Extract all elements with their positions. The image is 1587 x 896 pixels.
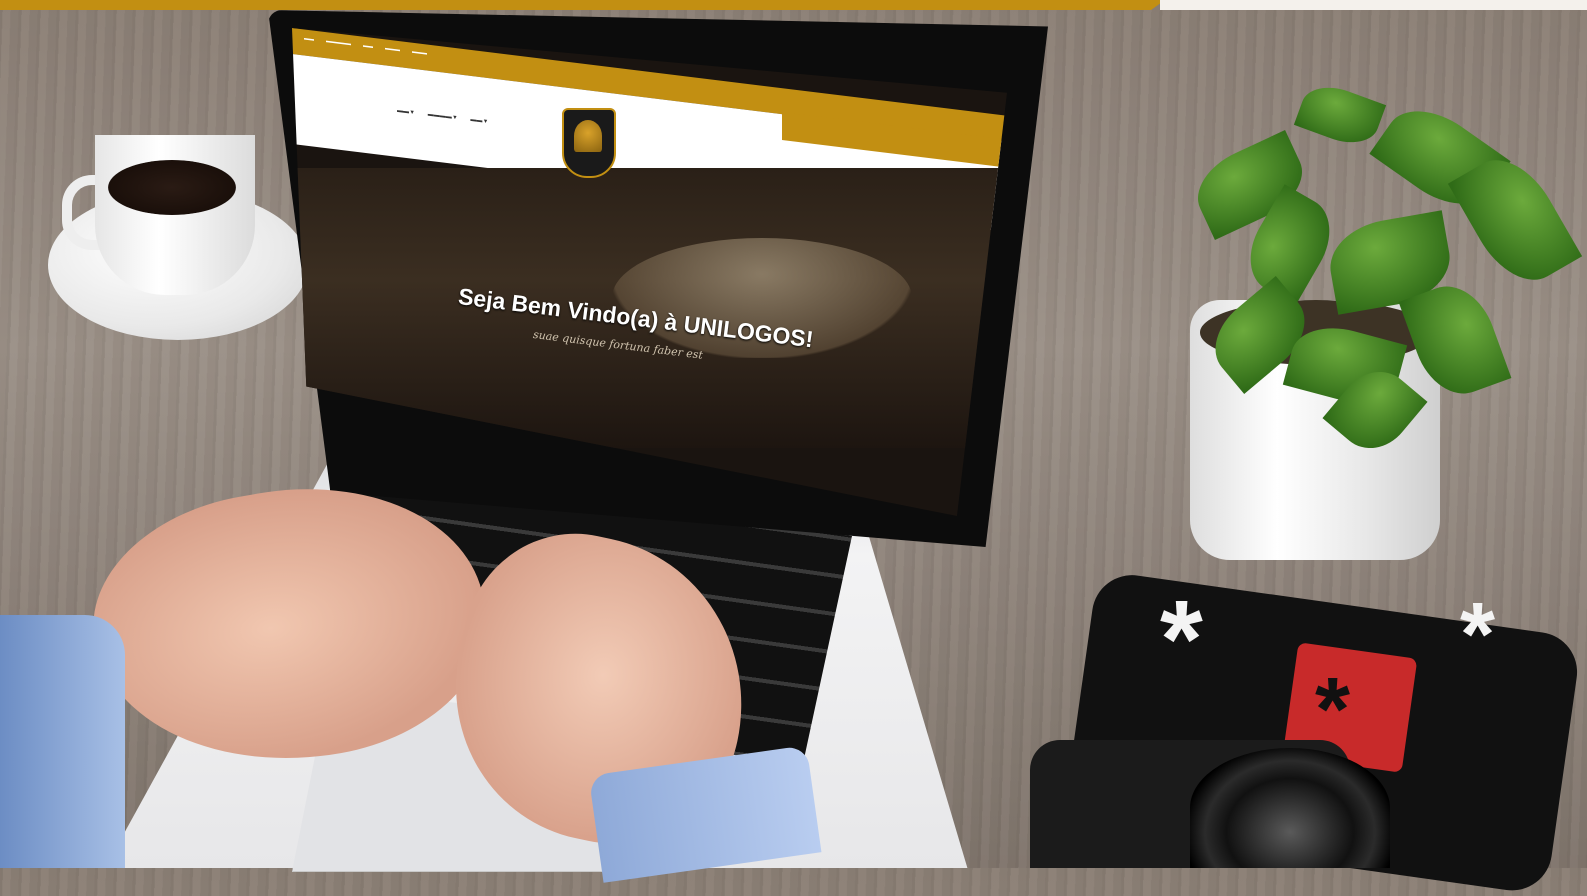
top-gold-band [0,0,1165,10]
utility-links: ▬▬ ▬▬▬▬▬ ▬▬ ▬▬▬ ▬▬▬ [304,35,427,56]
top-white-band [1160,0,1587,10]
coffee [108,160,236,215]
util-link[interactable]: ▬▬ [363,43,373,50]
nav-left: ▬▬ ▾ ▬▬▬▬ ▾ ▬▬ ▾ [397,107,487,125]
asterisk-print: * [1160,578,1203,701]
unilogos-logo[interactable] [562,108,616,178]
util-link[interactable]: ▬▬ [304,35,314,42]
util-link[interactable]: ▬▬▬ [412,49,427,57]
camera-lens [1190,748,1390,868]
util-link[interactable]: ▬▬▬▬▬ [326,38,351,47]
left-sleeve [0,615,125,868]
util-link[interactable]: ▬▬▬ [385,45,400,53]
basil-leaf [1293,77,1387,153]
nav-item[interactable]: ▬▬▬▬ ▾ [428,111,457,122]
nav-item[interactable]: ▬▬ ▾ [470,116,487,125]
nav-item[interactable]: ▬▬ ▾ [397,107,414,116]
tree-icon [574,120,602,152]
asterisk-print: * [1460,585,1496,685]
coffee-cup [95,135,255,295]
